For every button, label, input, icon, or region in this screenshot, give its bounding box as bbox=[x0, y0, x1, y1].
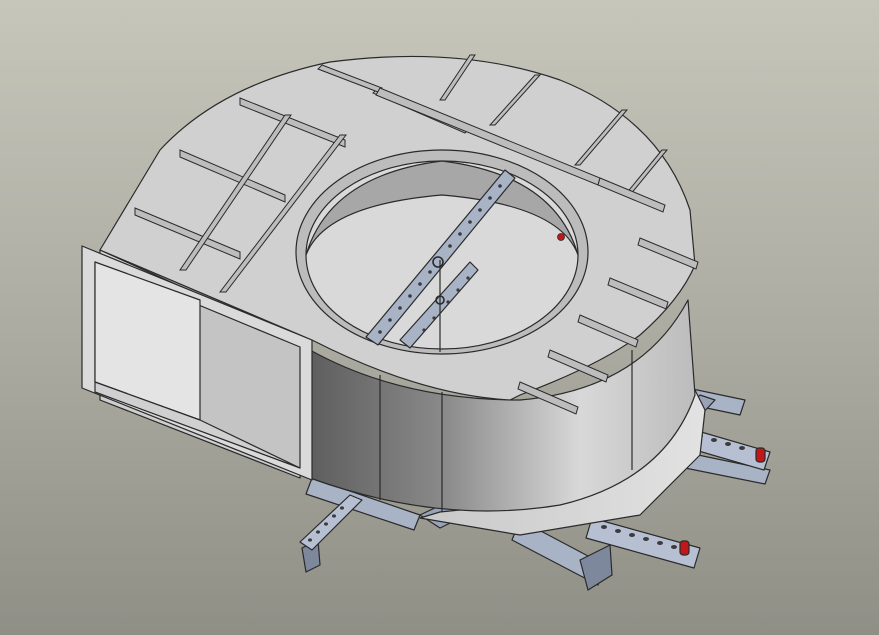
frame-foot-front bbox=[579, 544, 613, 591]
cad-viewport[interactable] bbox=[0, 0, 879, 635]
cad-model[interactable] bbox=[0, 0, 879, 635]
red-bolt-top bbox=[557, 233, 565, 241]
red-bolt-front bbox=[679, 540, 690, 556]
red-bolt-right bbox=[755, 447, 766, 463]
slotted-rail-left bbox=[299, 494, 363, 551]
